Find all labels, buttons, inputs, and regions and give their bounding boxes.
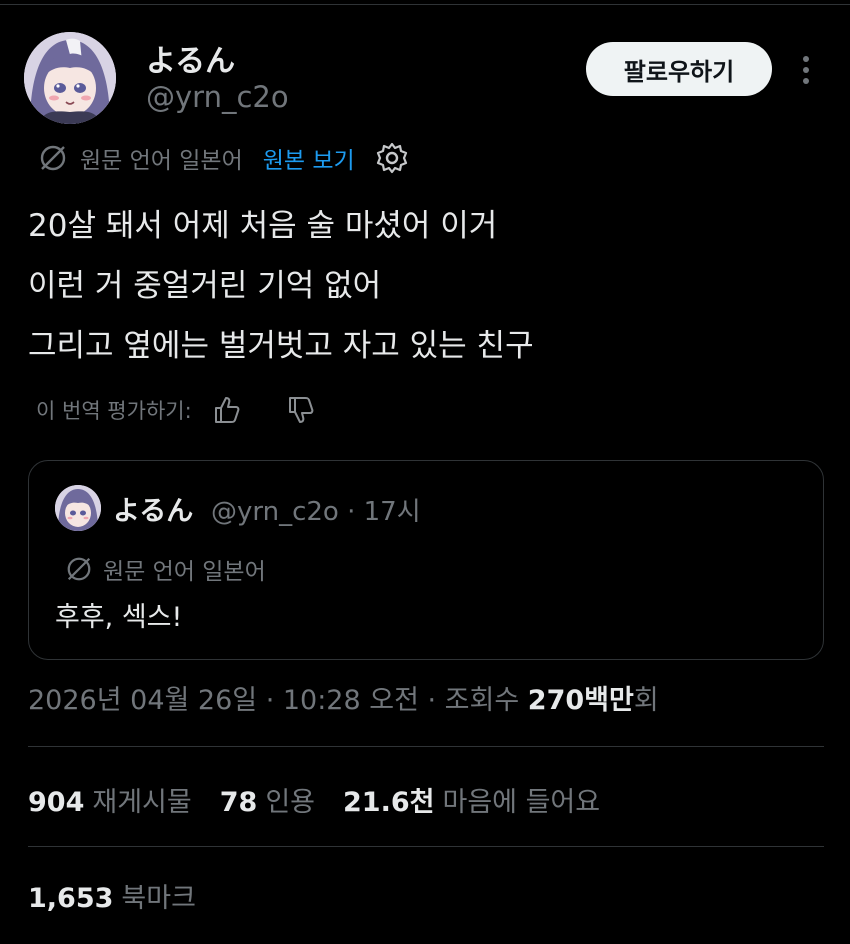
gear-icon[interactable]	[375, 141, 409, 175]
divider	[28, 846, 824, 847]
translation-source-label: 원문 언어 일본어	[80, 148, 243, 174]
quoted-author-name: よるん	[113, 496, 194, 527]
tweet-page: よるん @yrn_c2o 팔로우하기 원문 언어 일본어 원본 보기 20살 돼…	[0, 0, 850, 944]
retweets-count[interactable]: 904	[28, 787, 84, 818]
anime-avatar-icon	[24, 32, 116, 124]
tweet-datetime[interactable]: 2026년 04월 26일 · 10:28 오전 · 조회수	[28, 685, 528, 716]
likes-label[interactable]: 마음에 들어요	[442, 780, 600, 819]
quoted-tweet-text: 후후, 섹스!	[55, 602, 183, 633]
author-display-name[interactable]: よるん	[146, 36, 235, 80]
quotes-count[interactable]: 78	[220, 787, 258, 818]
view-count: 270백만	[527, 685, 634, 716]
author-avatar[interactable]	[24, 32, 116, 124]
quoted-author-avatar	[55, 485, 101, 531]
quoted-tweet[interactable]: よるん @yrn_c2o · 17시 원문 언어 일본어 후후, 섹스!	[28, 460, 824, 660]
rate-translation-label: 이 번역 평가하기:	[36, 399, 192, 423]
bookmark-stats: 1,653 북마크	[28, 876, 196, 915]
more-options-button[interactable]	[790, 50, 822, 90]
quotes-label[interactable]: 인용	[265, 780, 315, 819]
retweets-label[interactable]: 재게시물	[92, 780, 191, 819]
tweet-line: 이런 거 중얼거린 기억 없어	[28, 268, 382, 304]
divider	[28, 746, 824, 747]
thumbs-down-icon[interactable]	[284, 394, 316, 426]
view-count-suffix: 회	[633, 685, 659, 716]
view-original-link[interactable]: 원본 보기	[263, 141, 355, 175]
anime-avatar-icon	[55, 485, 101, 531]
quoted-translation-bar: 원문 언어 일본어	[65, 551, 266, 587]
more-vertical-icon	[803, 56, 809, 84]
tweet-text: 20살 돼서 어제 처음 술 마셨어 이거 이런 거 중얼거린 기억 없어 그리…	[28, 196, 818, 376]
tweet-meta: 2026년 04월 26일 · 10:28 오전 · 조회수 270백만회	[28, 678, 659, 717]
tweet-line: 20살 돼서 어제 처음 술 마셨어 이거	[28, 208, 498, 244]
quoted-translation-label: 원문 언어 일본어	[103, 559, 266, 585]
likes-count[interactable]: 21.6천	[343, 780, 434, 819]
translate-icon	[40, 145, 66, 171]
quoted-author-handle-time: @yrn_c2o · 17시	[211, 497, 421, 527]
follow-button[interactable]: 팔로우하기	[586, 42, 772, 96]
bookmarks-count[interactable]: 1,653	[28, 883, 113, 914]
author-handle[interactable]: @yrn_c2o	[146, 80, 289, 114]
tweet-line: 그리고 옆에는 벌거벗고 자고 있는 친구	[28, 328, 534, 364]
top-divider	[0, 4, 850, 5]
translate-icon	[67, 557, 91, 581]
thumbs-up-icon[interactable]	[210, 394, 242, 426]
engagement-stats: 904 재게시물 78 인용 21.6천 마음에 들어요	[28, 780, 628, 819]
translation-bar: 원문 언어 일본어 원본 보기	[38, 138, 409, 178]
bookmarks-label[interactable]: 북마크	[121, 876, 196, 915]
rate-translation: 이 번역 평가하기:	[36, 390, 316, 430]
